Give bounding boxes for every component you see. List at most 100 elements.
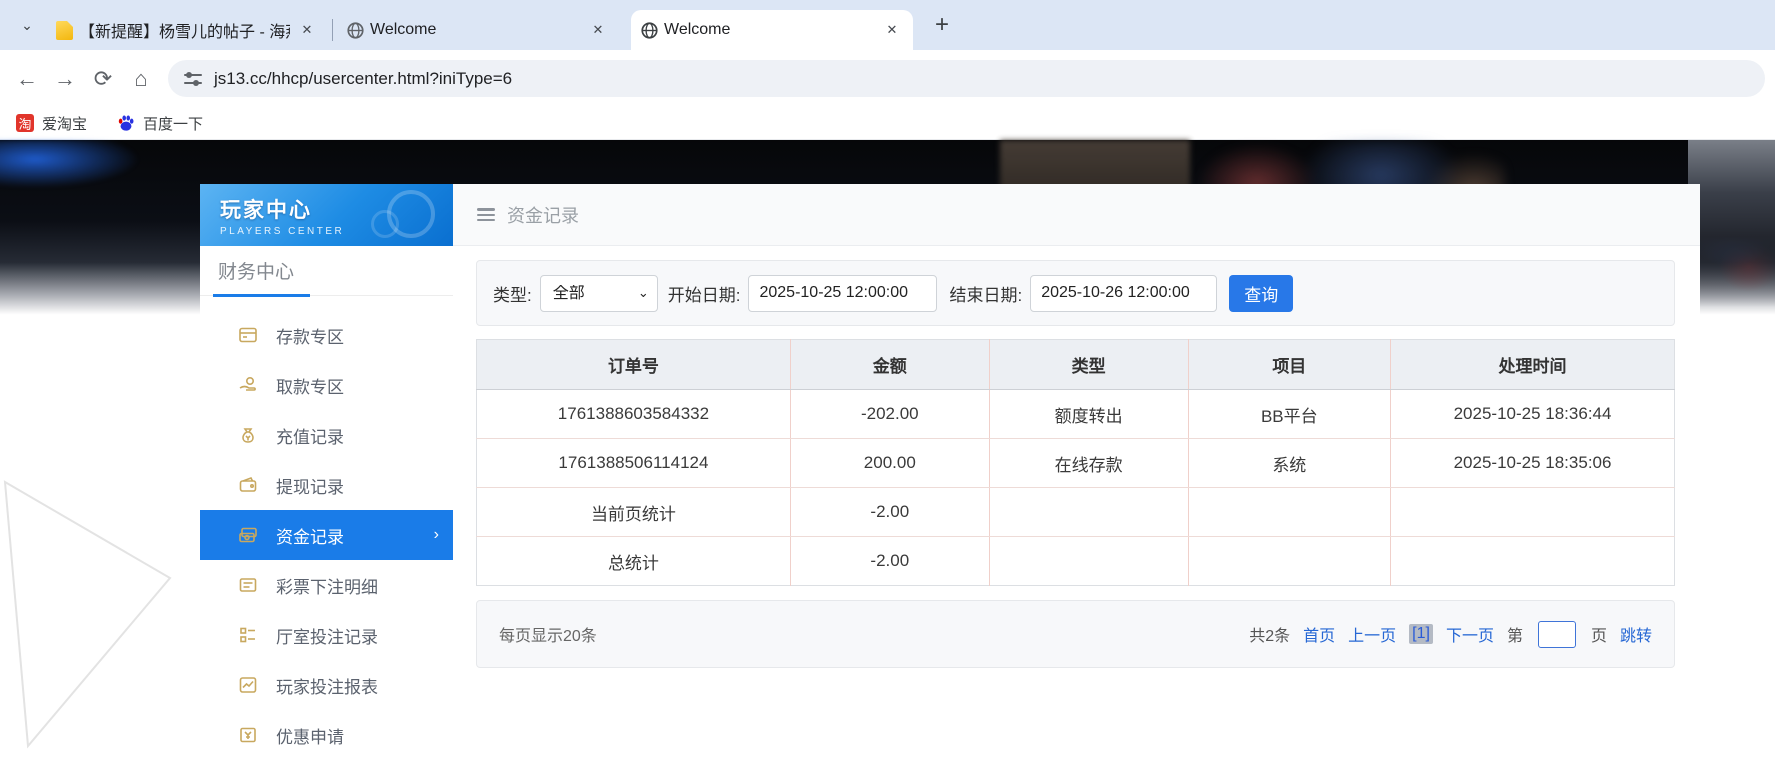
globe-favicon-icon — [641, 22, 658, 39]
tab-title: 【新提醒】杨雪儿的帖子 - 海燕 — [79, 18, 290, 42]
table-header-row: 订单号 金额 类型 项目 处理时间 — [477, 340, 1675, 390]
sidebar-item-funds-records[interactable]: 资金记录 › — [200, 510, 453, 560]
prev-page-link[interactable]: 上一页 — [1348, 622, 1396, 646]
hamburger-menu-icon[interactable] — [477, 208, 495, 221]
table-row-grand-total: 总统计 -2.00 — [477, 537, 1675, 586]
col-header-order-no: 订单号 — [477, 340, 791, 390]
sidebar-item-player-bet-report[interactable]: 玩家投注报表 — [200, 660, 453, 710]
sidebar-header: 玩家中心 PLAYERS CENTER — [200, 184, 453, 246]
page-size-text: 每页显示20条 — [499, 622, 597, 646]
sidebar-item-deposit-zone[interactable]: 存款专区 — [200, 310, 453, 360]
checklist-icon — [238, 625, 258, 645]
table-row: 1761388506114124 200.00 在线存款 系统 2025-10-… — [477, 439, 1675, 488]
bookmark-label: 百度一下 — [143, 113, 203, 134]
main-header: 资金记录 — [453, 184, 1700, 246]
pagination-bar: 每页显示20条 共2条 首页 上一页 [1] 下一页 第 页 跳转 — [476, 600, 1675, 668]
cell-label: 总统计 — [477, 537, 791, 586]
tab-close-icon[interactable]: ✕ — [296, 19, 318, 41]
tab-close-icon[interactable]: ✕ — [881, 19, 903, 41]
end-date-input[interactable] — [1030, 275, 1217, 312]
start-date-label: 开始日期: — [668, 281, 741, 306]
baidu-paw-icon — [117, 114, 135, 132]
filter-bar: 类型: 全部 ⌄ 开始日期: 结束日期: 查询 — [476, 260, 1675, 326]
banner-photo-patch — [1688, 140, 1775, 316]
end-date-label: 结束日期: — [949, 281, 1022, 306]
cell-amount: -2.00 — [790, 537, 989, 586]
type-label: 类型: — [493, 281, 532, 306]
funds-records-table: 订单号 金额 类型 项目 处理时间 1761388603584332 -202.… — [476, 339, 1675, 586]
money-bag-icon — [238, 425, 258, 445]
sidebar-item-lottery-bet-details[interactable]: 彩票下注明细 — [200, 560, 453, 610]
browser-tab-2[interactable]: Welcome ✕ — [337, 10, 619, 50]
url-text[interactable]: js13.cc/hhcp/usercenter.html?iniType=6 — [214, 69, 512, 89]
sidebar-item-promo-apply[interactable]: 优惠申请 — [200, 710, 453, 760]
browser-toolbar: ← → ⟳ ⌂ js13.cc/hhcp/usercenter.html?ini… — [0, 50, 1775, 107]
globe-favicon-icon — [347, 22, 364, 39]
cell-type: 在线存款 — [989, 439, 1188, 488]
jump-button[interactable]: 跳转 — [1620, 622, 1652, 646]
cell-type: 额度转出 — [989, 390, 1188, 439]
new-tab-button[interactable]: + — [927, 10, 957, 40]
bookmark-aitaobao[interactable]: 淘 爱淘宝 — [16, 113, 87, 134]
sidebar-section-finance: 财务中心 — [200, 246, 453, 296]
sidebar-item-recharge-records[interactable]: 充值记录 — [200, 410, 453, 460]
col-header-project: 项目 — [1188, 340, 1390, 390]
tab-title: Welcome — [664, 21, 875, 39]
sidebar-item-label: 厅室投注记录 — [276, 623, 378, 648]
home-button[interactable]: ⌂ — [122, 60, 160, 98]
cell-order-no: 1761388506114124 — [477, 439, 791, 488]
browser-tab-3-active[interactable]: Welcome ✕ — [631, 10, 913, 50]
tab-search-chevron-icon[interactable]: ⌄ — [12, 10, 42, 40]
type-select[interactable]: 全部 — [540, 275, 658, 312]
sidebar-item-label: 取款专区 — [276, 373, 344, 398]
browser-tab-1[interactable]: 【新提醒】杨雪儿的帖子 - 海燕 ✕ — [46, 10, 328, 50]
sidebar-item-label: 充值记录 — [276, 423, 344, 448]
sidebar-title: 玩家中心 — [220, 194, 453, 224]
sidebar-item-label: 资金记录 — [276, 523, 344, 548]
hand-coin-icon — [238, 375, 258, 395]
current-page-badge: [1] — [1409, 624, 1433, 644]
sidebar-item-label: 存款专区 — [276, 323, 344, 348]
next-page-link[interactable]: 下一页 — [1446, 622, 1494, 646]
page-content: 玩家中心 PLAYERS CENTER 财务中心 存款专区 取款专区 — [0, 140, 1775, 760]
bookmark-label: 爱淘宝 — [42, 113, 87, 134]
table-row-page-total: 当前页统计 -2.00 — [477, 488, 1675, 537]
triangle-watermark — [0, 470, 200, 760]
main-content: 资金记录 类型: 全部 ⌄ 开始日期: 结束日期: 查询 — [453, 184, 1700, 760]
col-header-time: 处理时间 — [1391, 340, 1675, 390]
cell-time: 2025-10-25 18:35:06 — [1391, 439, 1675, 488]
cell-amount: -202.00 — [790, 390, 989, 439]
first-page-link[interactable]: 首页 — [1303, 622, 1335, 646]
sidebar-item-withdrawal-records[interactable]: 提现记录 — [200, 460, 453, 510]
address-bar[interactable]: js13.cc/hhcp/usercenter.html?iniType=6 — [168, 60, 1765, 97]
bookmark-baidu[interactable]: 百度一下 — [117, 113, 203, 134]
sidebar: 玩家中心 PLAYERS CENTER 财务中心 存款专区 取款专区 — [200, 184, 453, 760]
cell-amount: 200.00 — [790, 439, 989, 488]
sidebar-item-label: 提现记录 — [276, 473, 344, 498]
forward-button[interactable]: → — [46, 60, 84, 98]
banknotes-icon — [238, 525, 258, 545]
deposit-card-icon — [238, 325, 258, 345]
search-button[interactable]: 查询 — [1229, 275, 1293, 312]
col-header-amount: 金额 — [790, 340, 989, 390]
banner-blue-glow — [0, 140, 140, 188]
chevron-right-icon: › — [434, 526, 439, 544]
sidebar-menu: 存款专区 取款专区 充值记录 提现记录 — [200, 296, 453, 760]
reload-button[interactable]: ⟳ — [84, 60, 122, 98]
tab-close-icon[interactable]: ✕ — [587, 19, 609, 41]
sidebar-item-hall-bet-records[interactable]: 厅室投注记录 — [200, 610, 453, 660]
sidebar-item-withdraw-zone[interactable]: 取款专区 — [200, 360, 453, 410]
back-button[interactable]: ← — [8, 60, 46, 98]
start-date-input[interactable] — [748, 275, 937, 312]
wallet-icon — [238, 475, 258, 495]
taobao-icon: 淘 — [16, 114, 34, 132]
jump-page-input[interactable] — [1538, 621, 1576, 648]
site-settings-icon[interactable] — [184, 72, 202, 86]
sidebar-item-label: 玩家投注报表 — [276, 673, 378, 698]
main-body: 类型: 全部 ⌄ 开始日期: 结束日期: 查询 — [453, 246, 1700, 668]
jump-prefix-label: 第 — [1507, 622, 1523, 646]
sidebar-item-label: 优惠申请 — [276, 723, 344, 748]
cell-order-no: 1761388603584332 — [477, 390, 791, 439]
list-card-icon — [238, 575, 258, 595]
coupon-icon — [238, 725, 258, 745]
